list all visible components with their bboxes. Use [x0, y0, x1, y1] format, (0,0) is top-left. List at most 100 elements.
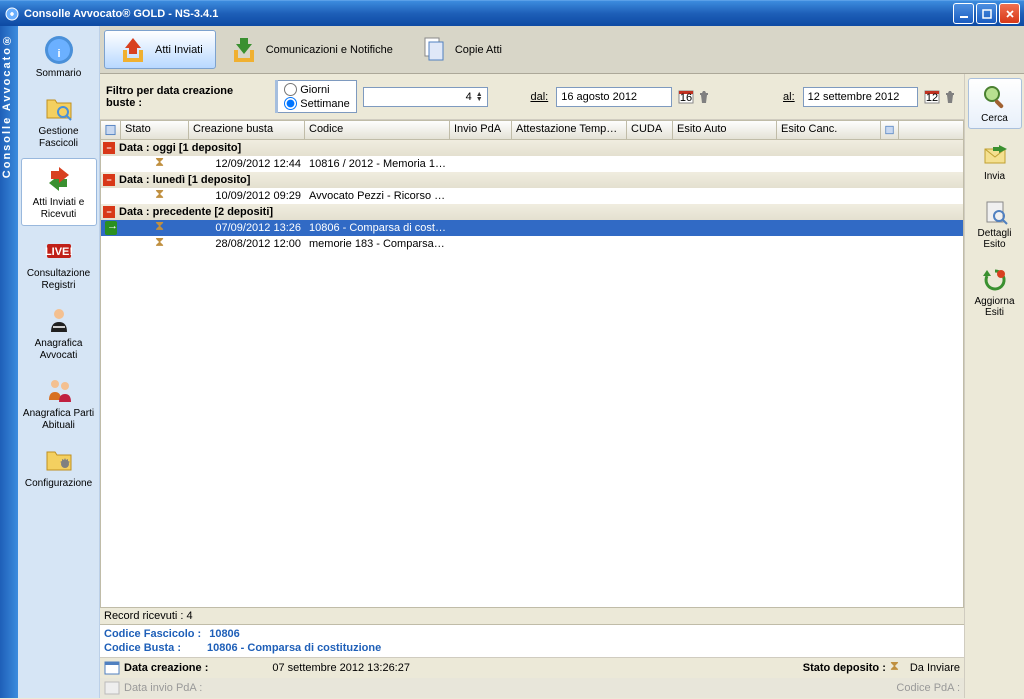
filter-spinner[interactable]: 4 ▲▼: [363, 87, 488, 107]
details-icon: [981, 198, 1009, 226]
column-cuda[interactable]: CUDA: [627, 121, 673, 139]
group-row[interactable]: −Data : lunedì [1 deposito]: [101, 172, 963, 188]
date-icon: [104, 660, 120, 676]
column-esito-canc[interactable]: Esito Canc.: [777, 121, 881, 139]
clear-from-icon[interactable]: [696, 89, 712, 105]
nav-atti-inviati-ricevuti[interactable]: Atti Inviati e Ricevuti: [21, 158, 97, 226]
column-icon[interactable]: [101, 121, 121, 139]
column-stato[interactable]: Stato: [121, 121, 189, 139]
spinner-down[interactable]: ▼: [476, 97, 483, 102]
hourglass-icon: [149, 188, 161, 202]
sent-received-icon: [43, 163, 75, 195]
nav-consultazione-registri[interactable]: LIVE! Consultazione Registri: [21, 230, 97, 296]
refresh-icon: [981, 266, 1009, 294]
lawyer-icon: [43, 304, 75, 336]
data-creazione-value: 07 settembre 2012 13:26:27: [272, 662, 410, 674]
tab-copie-atti[interactable]: Copie Atti: [405, 30, 514, 69]
nav-gestione-fascicoli[interactable]: Gestione Fascicoli: [21, 88, 97, 154]
column-codice[interactable]: Codice: [305, 121, 450, 139]
svg-text:LIVE!: LIVE!: [44, 246, 72, 258]
people-icon: [43, 374, 75, 406]
minimize-button[interactable]: [953, 3, 974, 24]
group-title: Data : precedente [2 depositi]: [119, 206, 273, 218]
radio-settimane[interactable]: Settimane: [284, 97, 350, 110]
svg-text:12: 12: [926, 92, 938, 104]
group-title: Data : lunedì [1 deposito]: [119, 174, 250, 186]
table-row[interactable]: 28/08/2012 12:00memorie 183 - Comparsa d…: [101, 236, 963, 252]
tab-bar: Atti Inviati Comunicazioni e Notifiche C…: [100, 26, 1024, 74]
stato-deposito-value: Da Inviare: [910, 662, 960, 674]
calendar-from-icon[interactable]: 16: [678, 89, 694, 105]
filter-period-radio: Giorni Settimane: [278, 80, 357, 113]
table-row[interactable]: 10/09/2012 09:29Avvocato Pezzi - Ricorso…: [101, 188, 963, 204]
right-toolbar: Cerca Invia Dettagli Esito Aggiorna Esit…: [964, 74, 1024, 698]
filter-title-label: Filtro per data creazione buste :: [106, 85, 265, 109]
tool-dettagli-esito[interactable]: Dettagli Esito: [968, 194, 1022, 254]
group-row[interactable]: −Data : precedente [2 depositi]: [101, 204, 963, 220]
vertical-brand-bar: Consolle Avvocato®: [0, 26, 18, 698]
live-icon: LIVE!: [43, 234, 75, 266]
filter-bar: Filtro per data creazione buste : Giorni…: [100, 74, 964, 120]
footer-row-2: Data invio PdA : Codice PdA :: [100, 678, 964, 698]
footer-row-1: Data creazione : 07 settembre 2012 13:26…: [100, 657, 964, 678]
group-title: Data : oggi [1 deposito]: [119, 142, 241, 154]
to-label: al:: [783, 91, 795, 103]
tool-cerca[interactable]: Cerca: [968, 78, 1022, 129]
inbox-icon: [228, 34, 260, 66]
collapse-icon[interactable]: −: [103, 142, 115, 154]
details-pane: Codice Fascicolo : 10806 Codice Busta : …: [100, 624, 964, 657]
navigation-sidebar: i Sommario Gestione Fascicoli Atti Invia…: [18, 26, 100, 698]
column-invio-pda[interactable]: Invio PdA: [450, 121, 512, 139]
maximize-button[interactable]: [976, 3, 997, 24]
tool-invia[interactable]: Invia: [968, 137, 1022, 186]
tab-atti-inviati[interactable]: Atti Inviati: [104, 30, 216, 69]
window-titlebar: Consolle Avvocato® GOLD - NS-3.4.1: [0, 0, 1024, 26]
table-row[interactable]: 12/09/2012 12:4410816 / 2012 - Memoria 1…: [101, 156, 963, 172]
nav-anagrafica-parti[interactable]: Anagrafica Parti Abituali: [21, 370, 97, 436]
tool-aggiorna-esiti[interactable]: Aggiorna Esiti: [968, 262, 1022, 322]
copy-docs-icon: [417, 34, 449, 66]
collapse-icon[interactable]: −: [103, 206, 115, 218]
data-invio-pda-label: Data invio PdA :: [124, 682, 202, 694]
nav-sommario[interactable]: i Sommario: [21, 30, 97, 84]
date-to-input[interactable]: 12 settembre 2012: [803, 87, 918, 107]
grid-body[interactable]: −Data : oggi [1 deposito]12/09/2012 12:4…: [100, 140, 964, 607]
group-row[interactable]: −Data : oggi [1 deposito]: [101, 140, 963, 156]
column-esito-auto[interactable]: Esito Auto: [673, 121, 777, 139]
date-from-input[interactable]: 16 agosto 2012: [556, 87, 671, 107]
svg-text:16: 16: [679, 92, 691, 104]
app-icon: [4, 6, 20, 22]
envelope-send-icon: [981, 141, 1009, 169]
codice-busta-label: Codice Busta :: [104, 642, 181, 654]
data-creazione-label: Data creazione :: [124, 662, 208, 674]
grid-header: Stato Creazione busta Codice Invio PdA A…: [100, 120, 964, 140]
collapse-icon[interactable]: −: [103, 174, 115, 186]
codice-fascicolo-label: Codice Fascicolo :: [104, 628, 201, 640]
close-button[interactable]: [999, 3, 1020, 24]
clear-to-icon[interactable]: [942, 89, 958, 105]
hourglass-icon: [149, 236, 161, 250]
codice-fascicolo-value: 10806: [209, 628, 240, 640]
outbox-icon: [117, 34, 149, 66]
info-icon: i: [43, 34, 75, 66]
codice-pda-label: Codice PdA :: [896, 682, 960, 694]
send-icon: [105, 221, 117, 235]
stato-deposito-label: Stato deposito :: [803, 662, 886, 674]
codice-busta-value: 10806 - Comparsa di costituzione: [207, 642, 381, 654]
nav-anagrafica-avvocati[interactable]: Anagrafica Avvocati: [21, 300, 97, 366]
column-attestazione[interactable]: Attestazione Temporale: [512, 121, 627, 139]
calendar-to-icon[interactable]: 12: [924, 89, 940, 105]
column-creazione[interactable]: Creazione busta: [189, 121, 305, 139]
nav-configurazione[interactable]: Configurazione: [21, 440, 97, 494]
hourglass-icon: [149, 156, 161, 170]
search-icon: [981, 83, 1009, 111]
settings-icon: [43, 444, 75, 476]
table-row[interactable]: 07/09/2012 13:2610806 - Comparsa di cost…: [101, 220, 963, 236]
records-count: Record ricevuti : 4: [104, 610, 193, 622]
hourglass-icon: [890, 660, 906, 676]
tab-comunicazioni[interactable]: Comunicazioni e Notifiche: [216, 30, 405, 69]
status-bar: Record ricevuti : 4: [100, 607, 964, 624]
folder-search-icon: [43, 92, 75, 124]
radio-giorni[interactable]: Giorni: [284, 83, 350, 96]
column-options[interactable]: [881, 121, 899, 139]
